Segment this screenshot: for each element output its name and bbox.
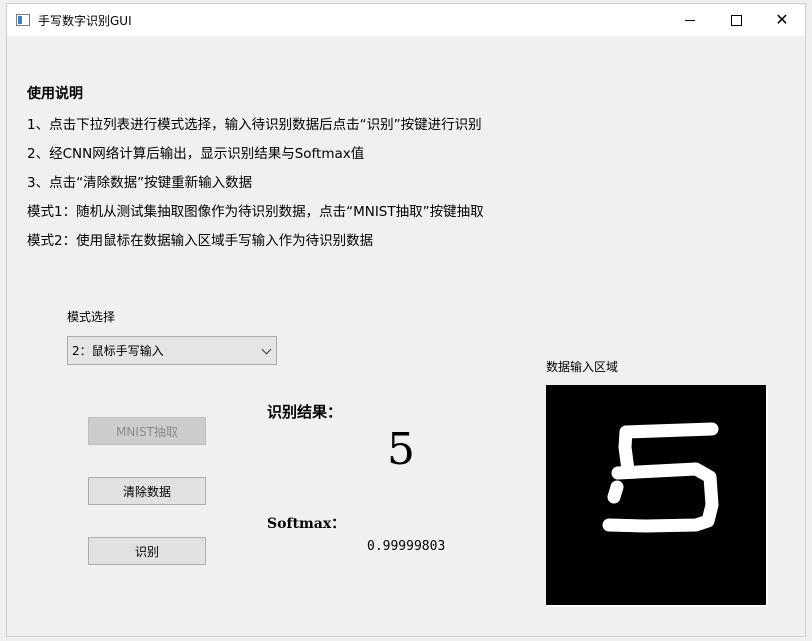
instruction-line-2: 2、经CNN网络计算后输出，显示识别结果与Softmax值 — [27, 146, 365, 162]
app-window: 手写数字识别GUI ✕ 使用说明 1、点击下拉列表进行模式选择，输入待识别数据后… — [6, 3, 806, 637]
title-bar: 手写数字识别GUI ✕ — [7, 4, 805, 36]
instruction-line-mode2: 模式2：使用鼠标在数据输入区域手写输入作为待识别数据 — [27, 233, 374, 249]
result-digit: 5 — [387, 424, 415, 475]
softmax-value: 0.99999803 — [367, 539, 446, 554]
input-area-label: 数据输入区域 — [546, 360, 619, 374]
instruction-line-mode1: 模式1：随机从测试集抽取图像作为待识别数据，点击“MNIST抽取”按键抽取 — [27, 204, 484, 220]
minimize-button[interactable] — [667, 4, 713, 36]
mode-select-label: 模式选择 — [67, 310, 116, 324]
instructions-title: 使用说明 — [27, 86, 83, 102]
result-label: 识别结果： — [267, 403, 343, 421]
close-icon: ✕ — [775, 10, 789, 29]
window-title: 手写数字识别GUI — [38, 13, 132, 28]
minimize-icon — [685, 19, 695, 21]
drawing-canvas[interactable] — [546, 385, 768, 607]
app-icon — [16, 14, 30, 26]
recognize-button[interactable]: 识别 — [88, 537, 206, 565]
instruction-line-3: 3、点击“清除数据”按键重新输入数据 — [27, 175, 253, 191]
clear-data-button[interactable]: 清除数据 — [88, 477, 206, 505]
mode-dropdown-value: 2：鼠标手写输入 — [72, 344, 164, 358]
maximize-button[interactable] — [713, 4, 759, 36]
chevron-down-icon — [261, 344, 272, 355]
instruction-line-1: 1、点击下拉列表进行模式选择，输入待识别数据后点击“识别”按键进行识别 — [27, 117, 482, 133]
softmax-label: Softmax： — [267, 516, 346, 532]
mnist-extract-button[interactable]: MNIST抽取 — [88, 417, 206, 445]
mode-dropdown[interactable]: 2：鼠标手写输入 — [67, 336, 277, 365]
maximize-icon — [730, 14, 742, 26]
close-button[interactable]: ✕ — [759, 4, 805, 36]
handwritten-digit-drawing — [602, 422, 719, 533]
